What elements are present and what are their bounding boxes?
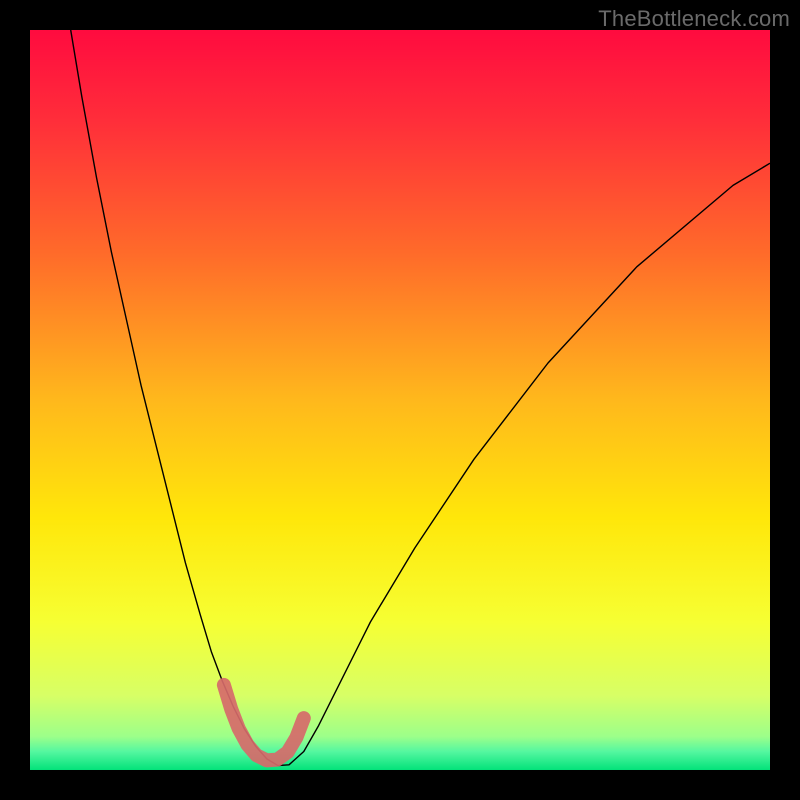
bottleneck-chart [30,30,770,770]
watermark-text: TheBottleneck.com [598,6,790,32]
chart-frame: TheBottleneck.com [0,0,800,800]
plot-background [30,30,770,770]
